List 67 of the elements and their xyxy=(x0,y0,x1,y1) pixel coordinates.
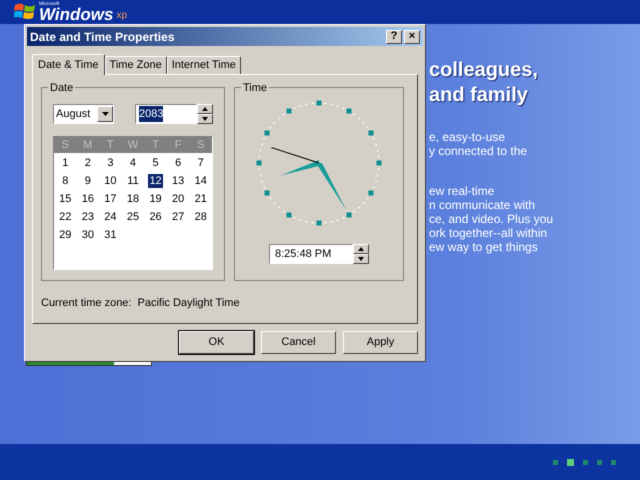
window-title: Date and Time Properties xyxy=(30,28,174,46)
calendar-day[interactable]: 3 xyxy=(106,156,114,170)
calendar-day[interactable]: 10 xyxy=(103,174,118,188)
dialog-button[interactable]: Apply xyxy=(343,331,418,354)
calendar-day[interactable]: 5 xyxy=(152,156,160,170)
close-button[interactable]: × xyxy=(404,30,420,44)
calendar-day[interactable]: 19 xyxy=(148,192,163,206)
time-zone-label: Current time zone: xyxy=(41,296,132,311)
body-text: ce, and video. Plus you xyxy=(429,212,554,226)
calendar-day[interactable]: 25 xyxy=(126,210,140,224)
dialog-button[interactable]: OK xyxy=(179,331,254,354)
logo-text: Windows xyxy=(39,7,114,23)
calendar-day[interactable]: 17 xyxy=(103,192,118,206)
calendar-day[interactable]: 6 xyxy=(174,156,182,170)
calendar-day[interactable]: 20 xyxy=(171,192,186,206)
body-text: ork together--all within xyxy=(429,226,548,240)
heading-text: colleagues, xyxy=(429,58,539,83)
calendar-day[interactable]: 11 xyxy=(126,174,140,188)
weekday-header: T xyxy=(151,138,160,153)
windows-flag-icon xyxy=(14,2,36,22)
calendar-day[interactable]: 2 xyxy=(84,156,92,170)
caret-icon xyxy=(102,112,108,116)
weekday-header: S xyxy=(60,138,70,153)
weekday-header: M xyxy=(82,138,94,153)
calendar-day[interactable]: 29 xyxy=(58,228,72,242)
calendar-day[interactable]: 23 xyxy=(80,210,95,224)
body-text: ew real-time xyxy=(429,184,496,198)
calendar-day[interactable]: 14 xyxy=(194,174,208,188)
calendar-day[interactable]: 13 xyxy=(171,174,186,188)
body-text: ew way to get things xyxy=(429,240,539,254)
calendar-day[interactable]: 8 xyxy=(61,174,70,188)
body-text: e, easy-to-use xyxy=(429,130,506,144)
calendar-day[interactable]: 15 xyxy=(58,192,72,206)
calendar-day[interactable]: 28 xyxy=(194,210,208,224)
logo-suffix: xp xyxy=(116,9,128,23)
body-text: n communicate with xyxy=(429,198,536,212)
calendar-day[interactable]: 30 xyxy=(80,228,95,242)
calendar-day[interactable]: 24 xyxy=(103,210,118,224)
tab[interactable]: Time Zone xyxy=(104,56,167,74)
year-field[interactable]: 2083 xyxy=(135,104,197,124)
weekday-header: F xyxy=(174,138,182,153)
calendar-day[interactable]: 31 xyxy=(103,228,118,242)
calendar-day[interactable]: 21 xyxy=(194,192,208,206)
time-spinner[interactable] xyxy=(353,244,369,264)
calendar-day[interactable]: 4 xyxy=(128,156,138,170)
calendar-day[interactable]: 16 xyxy=(80,192,95,206)
calendar-day[interactable]: 7 xyxy=(196,156,205,170)
calendar-day[interactable]: 27 xyxy=(171,210,186,224)
calendar-day[interactable]: 26 xyxy=(148,210,163,224)
calendar-day[interactable]: 22 xyxy=(58,210,72,224)
body-text: y connected to the xyxy=(429,144,528,158)
heading-text: and family xyxy=(429,83,529,108)
calendar-day[interactable]: 1 xyxy=(61,156,70,170)
time-field[interactable]: 8:25:48 PM xyxy=(269,244,353,264)
tab[interactable]: Internet Time xyxy=(166,56,241,74)
calendar-day[interactable]: 18 xyxy=(126,192,140,206)
weekday-header: W xyxy=(126,138,140,153)
calendar-day[interactable]: 9 xyxy=(84,174,92,188)
calendar-day[interactable]: 12 xyxy=(148,174,163,188)
tab[interactable]: Date & Time xyxy=(32,54,105,75)
weekday-header: S xyxy=(196,138,206,153)
month-dropdown[interactable]: August xyxy=(53,104,114,124)
dialog-button[interactable]: Cancel xyxy=(261,331,336,354)
time-zone-value: Pacific Daylight Time xyxy=(137,296,240,311)
help-button[interactable]: ? xyxy=(386,30,402,44)
weekday-header: T xyxy=(106,138,115,153)
year-spinner[interactable] xyxy=(197,104,213,124)
